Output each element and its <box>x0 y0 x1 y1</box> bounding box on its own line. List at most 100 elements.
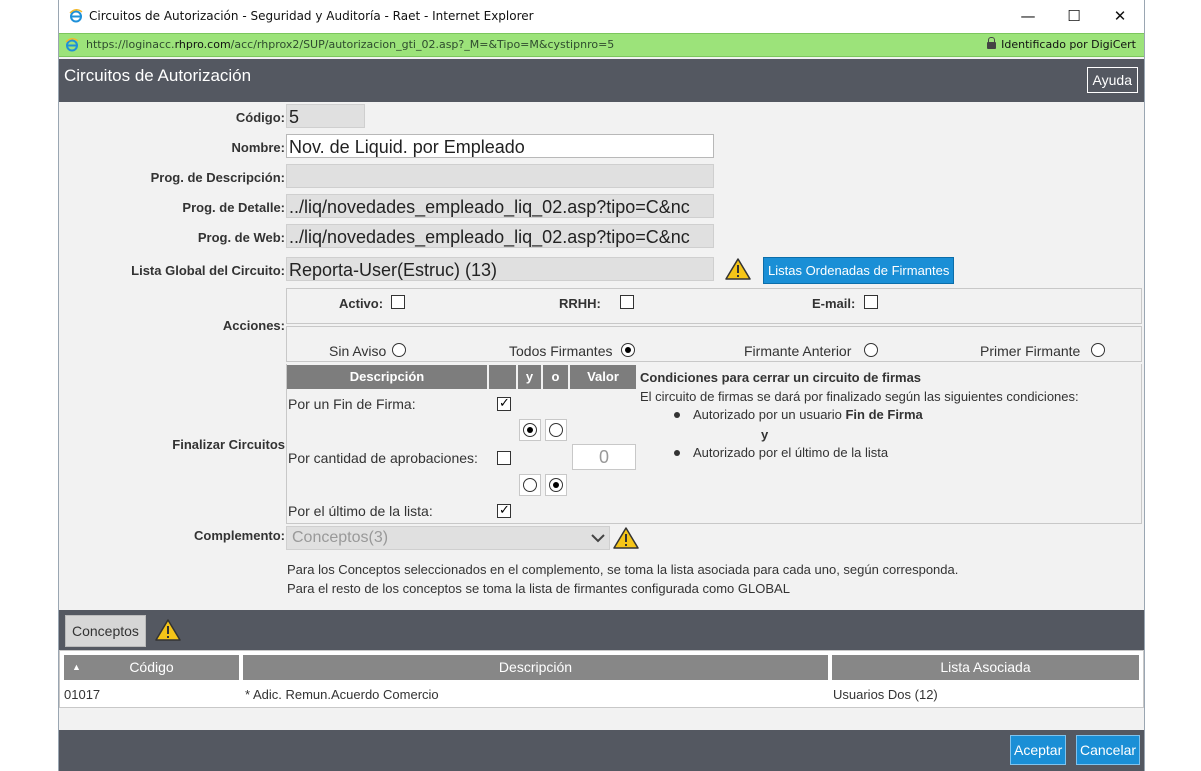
col-y: y <box>518 365 541 389</box>
url-path: /acc/rhprox2/SUP/autorizacion_gti_02.asp… <box>230 38 615 51</box>
codigo-field: 5 <box>286 104 365 128</box>
condicion-y: y <box>761 427 769 442</box>
col-codigo-header[interactable]: ▲ Código <box>64 655 239 680</box>
chevron-down-icon <box>591 534 605 543</box>
col-descripcion-header[interactable]: Descripción <box>243 655 828 680</box>
col-codigo-label: Código <box>129 659 174 675</box>
col-lista-header[interactable]: Lista Asociada <box>832 655 1139 680</box>
nombre-label: Nombre: <box>231 140 285 155</box>
certificate-indicator[interactable]: Identificado por DigiCert <box>987 37 1136 51</box>
window-titlebar: Circuitos de Autorización - Seguridad y … <box>59 0 1144 33</box>
cancelar-button[interactable]: Cancelar <box>1076 735 1141 765</box>
lock-icon <box>987 37 997 49</box>
condicion-1: Autorizado por un usuario Fin de Firma <box>693 407 923 422</box>
acciones-label: Acciones: <box>222 318 285 333</box>
url-prefix: https://loginacc. <box>86 38 175 51</box>
warning-icon[interactable] <box>613 526 639 550</box>
fin-firma-label: Por un Fin de Firma: <box>288 396 416 412</box>
prog-web-label: Prog. de Web: <box>197 230 285 245</box>
rrhh-checkbox[interactable] <box>620 295 634 309</box>
row-codigo: 01017 <box>64 687 101 702</box>
nombre-field[interactable]: Nov. de Liquid. por Empleado <box>286 134 714 158</box>
o-cell-2 <box>545 474 567 496</box>
cantidad-aprobaciones-checkbox[interactable] <box>497 451 511 465</box>
bullet-icon <box>674 412 680 418</box>
todos-firmantes-label: Todos Firmantes <box>509 343 613 359</box>
help-button[interactable]: Ayuda <box>1086 67 1138 93</box>
url-domain: rhpro.com <box>174 38 231 51</box>
condiciones-intro: El circuito de firmas se dará por finali… <box>640 389 1079 404</box>
listas-ordenadas-button[interactable]: Listas Ordenadas de Firmantes <box>763 257 955 284</box>
todos-firmantes-radio[interactable] <box>621 343 635 357</box>
prog-descripcion-field <box>286 164 714 188</box>
y-radio[interactable] <box>523 422 537 437</box>
rrhh-label: RRHH: <box>559 296 601 311</box>
footer-bar: Aceptar Cancelar <box>59 730 1144 771</box>
warning-icon[interactable] <box>155 618 181 642</box>
sort-asc-icon: ▲ <box>72 662 81 672</box>
page-title: Circuitos de Autorización <box>64 66 252 85</box>
row-descripcion: * Adic. Remun.Acuerdo Comercio <box>245 687 439 702</box>
minimize-button[interactable]: — <box>1005 4 1051 28</box>
certificate-text: Identificado por DigiCert <box>1001 38 1136 51</box>
prog-detalle-field: ../liq/novedades_empleado_liq_02.asp?tip… <box>286 194 714 218</box>
ie-icon <box>69 9 83 23</box>
ultimo-lista-checkbox[interactable] <box>497 502 511 518</box>
conceptos-table: ▲ Código Descripción Lista Asociada 0101… <box>59 650 1144 708</box>
email-checkbox[interactable] <box>864 295 878 309</box>
address-bar[interactable]: https://loginacc.rhpro.com/acc/rhprox2/S… <box>59 33 1144 57</box>
y-cell-2 <box>519 474 541 496</box>
condicion-1-bold: Fin de Firma <box>845 407 923 422</box>
bullet-icon <box>674 450 680 456</box>
cantidad-aprobaciones-label: Por cantidad de aprobaciones: <box>288 450 478 466</box>
complemento-label: Complemento: <box>194 528 285 543</box>
o-radio-2[interactable] <box>549 477 563 492</box>
activo-checkbox[interactable] <box>391 295 405 309</box>
firmante-anterior-radio[interactable] <box>864 343 878 357</box>
ie-icon <box>65 38 79 52</box>
codigo-label: Código: <box>235 110 285 125</box>
o-radio[interactable] <box>549 422 563 437</box>
condiciones-title: Condiciones para cerrar un circuito de f… <box>640 370 922 385</box>
ultimo-lista-label: Por el último de la lista: <box>288 503 433 519</box>
aceptar-button[interactable]: Aceptar <box>1010 735 1067 765</box>
finalizar-label: Finalizar Circuitos <box>172 437 285 452</box>
conceptos-bar: Conceptos <box>59 610 1144 650</box>
complemento-note-2: Para el resto de los conceptos se toma l… <box>287 581 790 596</box>
o-cell <box>545 419 567 441</box>
firmante-anterior-label: Firmante Anterior <box>744 343 852 359</box>
condicion-2: Autorizado por el último de la lista <box>693 445 889 460</box>
acciones-checkbox-row: Activo: RRHH: E-mail: <box>286 288 1142 324</box>
fin-firma-checkbox[interactable] <box>497 395 511 411</box>
complemento-note-1: Para los Conceptos seleccionados en el c… <box>287 562 959 577</box>
row-lista: Usuarios Dos (12) <box>833 687 938 702</box>
prog-web-field: ../liq/novedades_empleado_liq_02.asp?tip… <box>286 224 714 248</box>
lista-global-field: Reporta-User(Estruc) (13) <box>286 257 714 281</box>
col-descripcion: Descripción <box>287 365 487 389</box>
y-radio-2[interactable] <box>523 477 537 492</box>
page-header: Circuitos de Autorización Ayuda <box>59 59 1144 102</box>
warning-icon[interactable] <box>725 257 751 281</box>
complemento-select[interactable]: Conceptos(3) <box>286 526 610 550</box>
url-text[interactable]: https://loginacc.rhpro.com/acc/rhprox2/S… <box>86 38 614 51</box>
primer-firmante-label: Primer Firmante <box>980 343 1081 359</box>
conceptos-tab[interactable]: Conceptos <box>65 615 146 647</box>
col-o: o <box>543 365 568 389</box>
condicion-1-text: Autorizado por un usuario <box>693 407 846 422</box>
email-label: E-mail: <box>812 296 856 311</box>
activo-label: Activo: <box>339 296 384 311</box>
complemento-selected: Conceptos(3) <box>292 529 389 546</box>
acciones-aviso-row: Sin Aviso Todos Firmantes Firmante Anter… <box>286 326 1142 362</box>
sin-aviso-radio[interactable] <box>392 343 406 357</box>
lista-global-label: Lista Global del Circuito: <box>131 263 285 278</box>
close-button[interactable]: ✕ <box>1097 4 1143 28</box>
prog-descripcion-label: Prog. de Descripción: <box>150 170 285 185</box>
prog-detalle-label: Prog. de Detalle: <box>182 200 285 215</box>
maximize-button[interactable]: ☐ <box>1051 4 1097 28</box>
sin-aviso-label: Sin Aviso <box>329 343 387 359</box>
primer-firmante-radio[interactable] <box>1091 343 1105 357</box>
cantidad-aprobaciones-input[interactable]: 0 <box>572 444 636 470</box>
browser-window: Circuitos de Autorización - Seguridad y … <box>58 0 1145 771</box>
window-title: Circuitos de Autorización - Seguridad y … <box>89 9 534 23</box>
col-valor: Valor <box>570 365 636 389</box>
